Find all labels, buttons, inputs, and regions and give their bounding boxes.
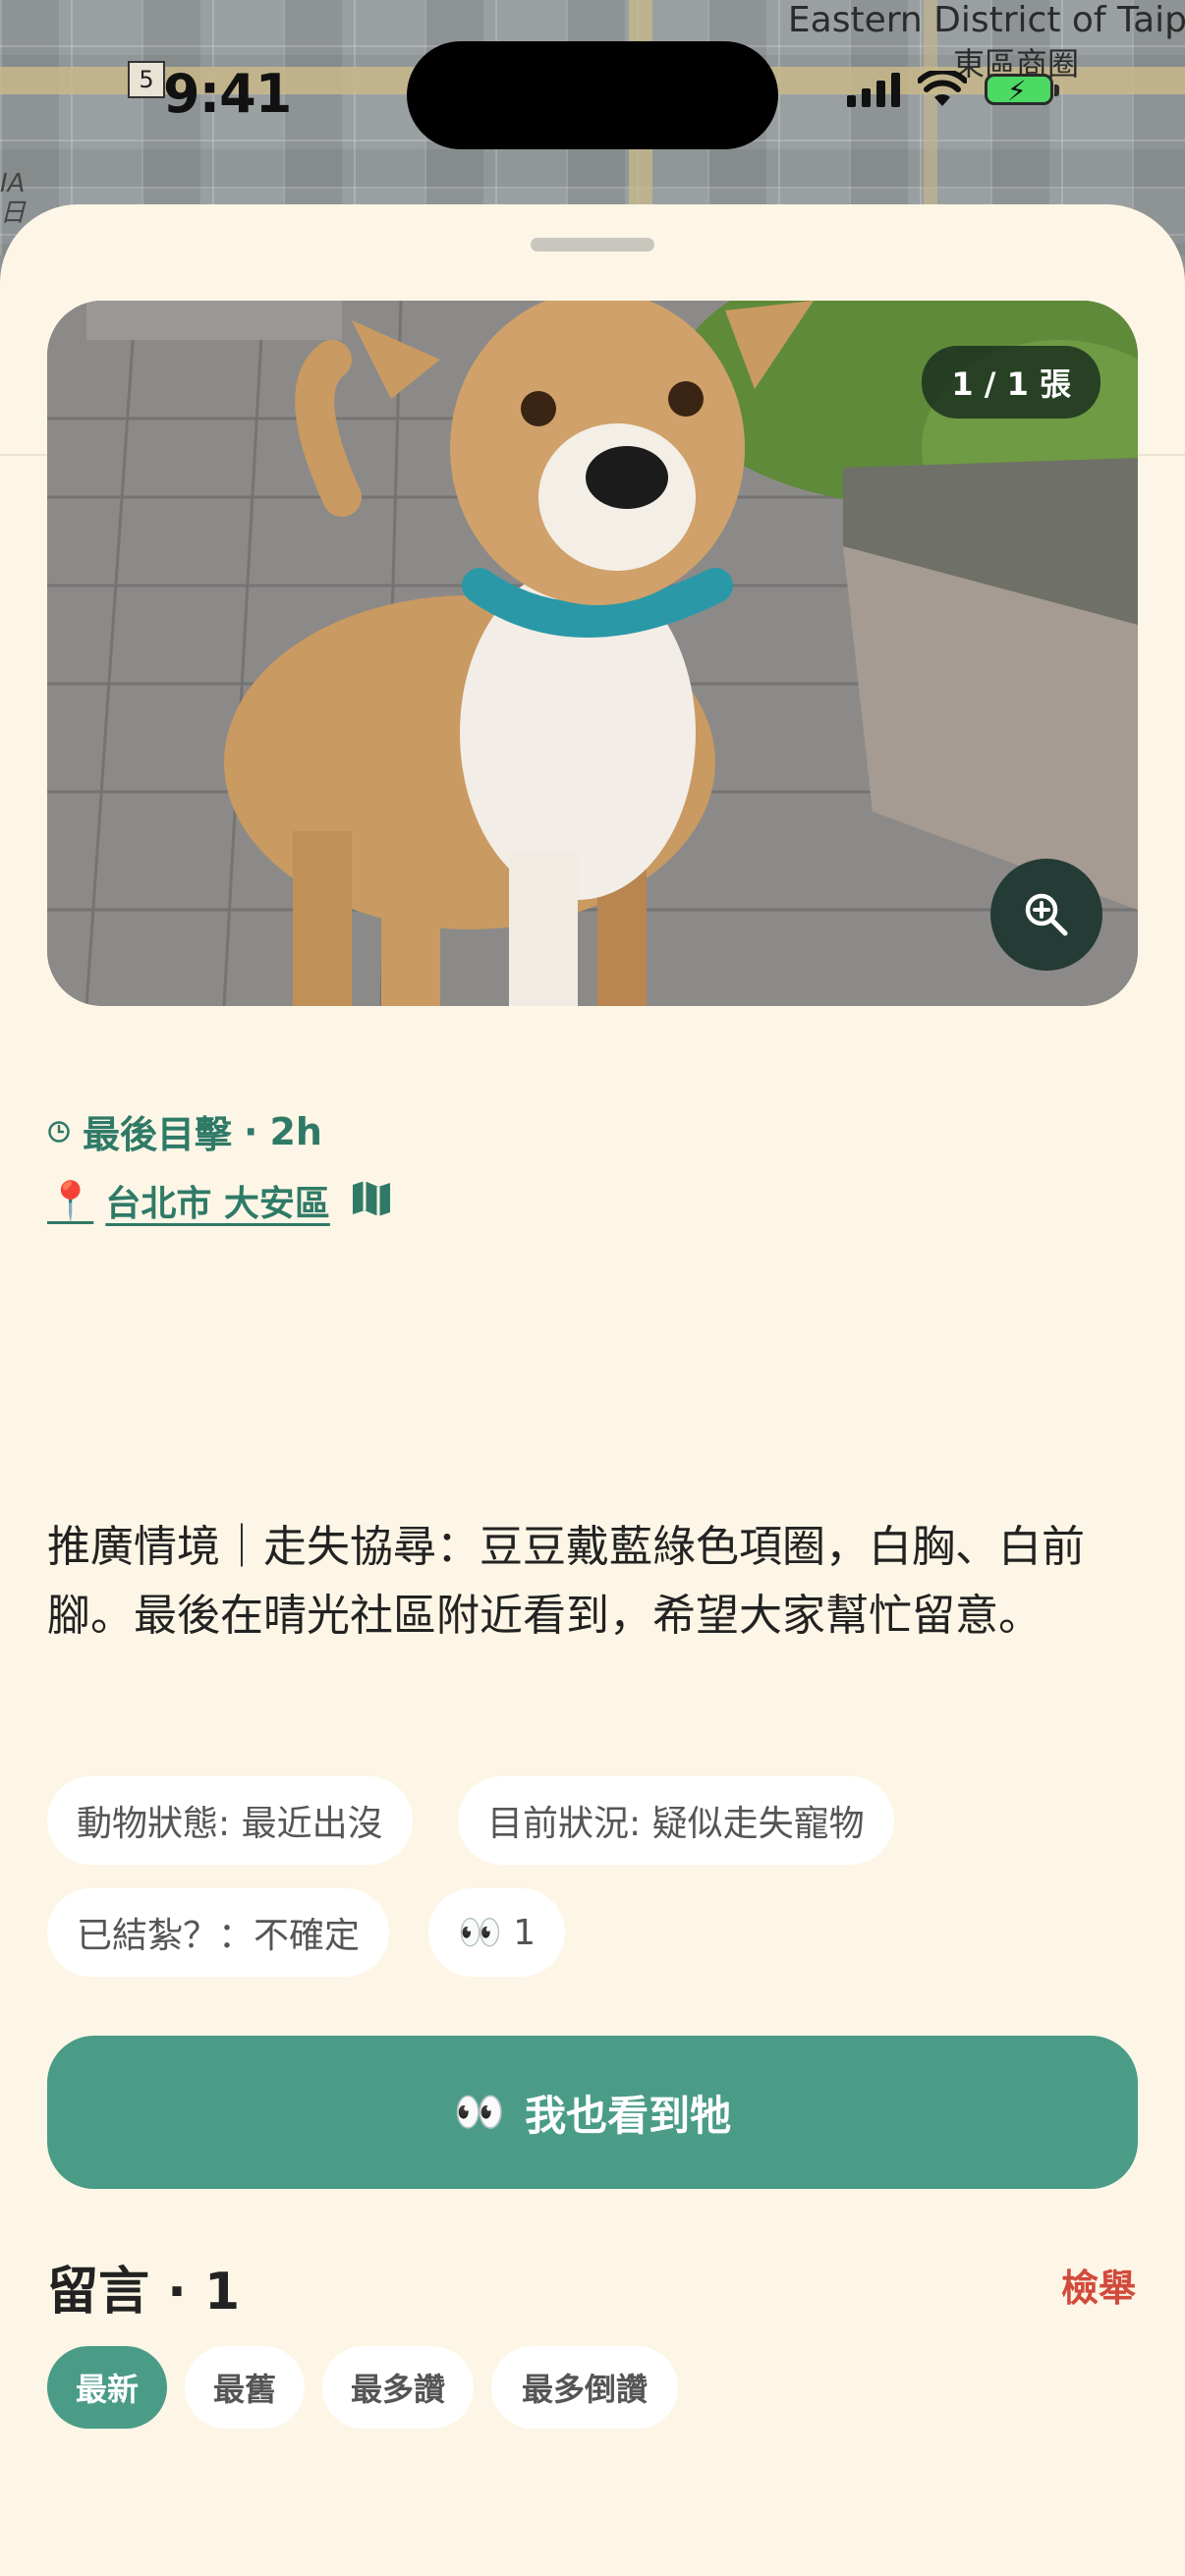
zoom-photo-button[interactable] [990,859,1102,971]
last-seen-label: 最後目擊 [83,1113,233,1156]
location-row: 📍 台北市 大安區 [47,1175,393,1226]
animal-photo[interactable]: 1 / 1 張 [47,301,1138,1006]
battery-charging-icon: ⚡ [985,74,1059,107]
last-seen-value: 2h [269,1109,322,1153]
map-route-marker: 5 [128,61,165,98]
last-seen-separator: · [244,1109,258,1153]
chip-current-situation: 目前狀況: 疑似走失寵物 [458,1776,894,1865]
report-button[interactable]: 檢舉 [1061,2258,1136,2312]
status-time: 9:41 [163,63,292,125]
last-seen-row: 最後目擊 · 2h [47,1104,322,1158]
status-icons: ⚡ [847,71,1059,108]
chip-neutered: 已結紮？：不確定 [47,1888,390,1977]
photo-counter-badge: 1 / 1 張 [922,346,1100,419]
comments-title: 留言 · 1 [47,2263,241,2322]
location-link[interactable]: 📍 台北市 大安區 [47,1175,330,1226]
wifi-icon [918,71,967,106]
eyes-icon: 👀 [453,2088,506,2136]
sort-most-dislikes-button[interactable]: 最多倒讚 [491,2346,678,2429]
map-icon[interactable] [350,1179,393,1222]
map-corner-label: IA 日 [0,169,27,228]
sheet-grabber[interactable] [531,238,654,252]
pin-icon: 📍 [47,1179,94,1222]
map-area-label: Eastern District of Taip [787,0,1185,40]
zoom-in-icon [1025,893,1068,936]
clock-icon [48,1120,70,1143]
description-text: 推廣情境｜走失協尋：豆豆戴藍綠色項圈，白胸、白前腳。最後在晴光社區附近看到，希望… [47,1522,1085,1641]
i-saw-it-too-button[interactable]: 👀 我也看到牠 [47,2036,1138,2189]
chip-animal-status: 動物狀態: 最近出沒 [47,1776,413,1865]
sort-oldest-button[interactable]: 最舊 [185,2346,305,2429]
dynamic-island [407,41,778,149]
cellular-signal-icon [847,72,900,107]
location-text: 台北市 大安區 [105,1184,330,1224]
cta-label: 我也看到牠 [525,2091,732,2140]
sort-newest-button[interactable]: 最新 [47,2346,167,2429]
sort-most-likes-button[interactable]: 最多讚 [322,2346,474,2429]
chip-seen-count: 👀 1 [428,1888,566,1977]
